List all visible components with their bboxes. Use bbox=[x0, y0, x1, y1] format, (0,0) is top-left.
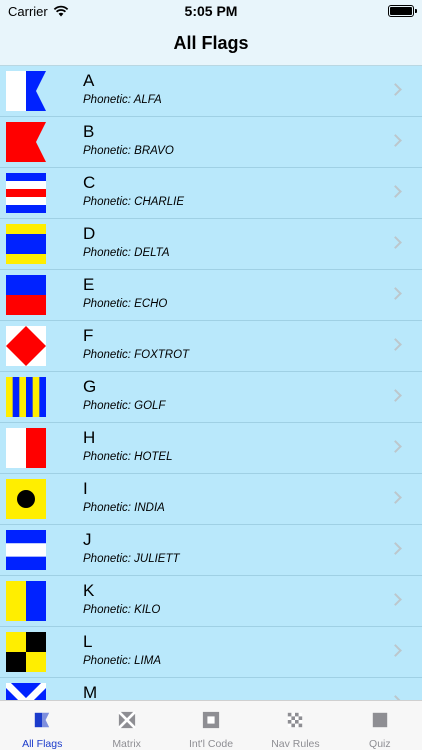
tab-intl-code[interactable]: Int'l Code bbox=[169, 701, 253, 750]
flag-row-foxtrot[interactable]: F Phonetic: FOXTROT bbox=[0, 321, 422, 372]
flag-golf-icon bbox=[6, 377, 46, 417]
flag-row-delta[interactable]: D Phonetic: DELTA bbox=[0, 219, 422, 270]
tab-label: Matrix bbox=[112, 738, 141, 750]
flag-letter: C bbox=[83, 173, 96, 192]
tab-label: All Flags bbox=[22, 738, 63, 750]
chevron-right-icon bbox=[389, 287, 402, 300]
chevron-right-icon bbox=[389, 83, 402, 96]
flag-letter: J bbox=[83, 530, 92, 549]
chevron-right-icon bbox=[389, 134, 402, 147]
flag-letter: A bbox=[83, 71, 95, 90]
flag-letter: I bbox=[83, 479, 88, 498]
flag-row-juliett[interactable]: J Phonetic: JULIETT bbox=[0, 525, 422, 576]
flag-lima-icon bbox=[6, 632, 46, 672]
flag-phonetic: Phonetic: KILO bbox=[83, 604, 161, 616]
flag-row-golf[interactable]: G Phonetic: GOLF bbox=[0, 372, 422, 423]
flag-row-charlie[interactable]: C Phonetic: CHARLIE bbox=[0, 168, 422, 219]
flag-letter: L bbox=[83, 632, 93, 651]
flag-row-india[interactable]: I Phonetic: INDIA bbox=[0, 474, 422, 525]
intl-code-icon bbox=[202, 711, 220, 729]
chevron-right-icon bbox=[389, 440, 402, 453]
tab-quiz[interactable]: Quiz bbox=[338, 701, 422, 750]
chevron-right-icon bbox=[389, 338, 402, 351]
flag-row-lima[interactable]: L Phonetic: LIMA bbox=[0, 627, 422, 678]
flag-charlie-icon bbox=[6, 173, 46, 213]
chevron-right-icon bbox=[389, 236, 402, 249]
flag-row-alfa[interactable]: A Phonetic: ALFA bbox=[0, 66, 422, 117]
wifi-icon bbox=[53, 5, 68, 17]
flag-phonetic: Phonetic: FOXTROT bbox=[83, 349, 190, 361]
flag-phonetic: Phonetic: INDIA bbox=[83, 502, 165, 514]
tab-bar: All Flags Matrix Int'l Code Nav Rules Qu… bbox=[0, 700, 422, 750]
tab-label: Int'l Code bbox=[189, 738, 234, 750]
tab-label: Quiz bbox=[369, 738, 391, 750]
flag-row-hotel[interactable]: H Phonetic: HOTEL bbox=[0, 423, 422, 474]
flag-phonetic: Phonetic: JULIETT bbox=[83, 553, 180, 565]
flag-foxtrot-icon bbox=[6, 326, 46, 366]
tab-matrix[interactable]: Matrix bbox=[84, 701, 168, 750]
carrier-label: Carrier bbox=[8, 3, 48, 19]
battery-icon bbox=[388, 5, 417, 17]
flag-row-mike[interactable]: M bbox=[0, 678, 422, 700]
flag-letter: E bbox=[83, 275, 95, 294]
tab-label: Nav Rules bbox=[271, 738, 320, 750]
flag-mike-icon bbox=[6, 683, 46, 700]
flag-bravo-icon bbox=[6, 122, 46, 162]
page-title: All Flags bbox=[173, 33, 249, 53]
chevron-right-icon bbox=[389, 389, 402, 402]
flag-phonetic: Phonetic: GOLF bbox=[83, 400, 166, 412]
flag-echo-icon bbox=[6, 275, 46, 315]
flag-kilo-icon bbox=[6, 581, 46, 621]
all-flags-icon bbox=[35, 712, 50, 728]
tab-all-flags[interactable]: All Flags bbox=[0, 701, 84, 750]
flag-row-kilo[interactable]: K Phonetic: KILO bbox=[0, 576, 422, 627]
flag-phonetic: Phonetic: CHARLIE bbox=[83, 196, 184, 208]
flag-phonetic: Phonetic: ALFA bbox=[83, 94, 162, 106]
flag-phonetic: Phonetic: BRAVO bbox=[83, 145, 174, 157]
flag-letter: M bbox=[83, 683, 98, 700]
flag-row-bravo[interactable]: B Phonetic: BRAVO bbox=[0, 117, 422, 168]
flag-phonetic: Phonetic: DELTA bbox=[83, 247, 170, 259]
status-left: Carrier bbox=[8, 4, 69, 19]
flag-phonetic: Phonetic: ECHO bbox=[83, 298, 168, 310]
flag-hotel-icon bbox=[6, 428, 46, 468]
flag-letter: F bbox=[83, 326, 94, 345]
quiz-icon bbox=[372, 712, 388, 728]
nav-rules-icon bbox=[288, 712, 303, 728]
chevron-right-icon bbox=[389, 644, 402, 657]
chevron-right-icon bbox=[389, 542, 402, 555]
flag-delta-icon bbox=[6, 224, 46, 264]
flag-letter: B bbox=[83, 122, 95, 141]
tab-nav-rules[interactable]: Nav Rules bbox=[253, 701, 337, 750]
flag-letter: K bbox=[83, 581, 95, 600]
flag-alfa-icon bbox=[6, 71, 46, 111]
flag-phonetic: Phonetic: LIMA bbox=[83, 655, 161, 667]
chevron-right-icon bbox=[389, 491, 402, 504]
flag-row-echo[interactable]: E Phonetic: ECHO bbox=[0, 270, 422, 321]
flag-letter: H bbox=[83, 428, 96, 447]
chevron-right-icon bbox=[389, 593, 402, 606]
navigation-bar: All Flags bbox=[0, 22, 422, 66]
status-bar: Carrier 5:05 PM bbox=[0, 0, 422, 22]
flag-juliett-icon bbox=[6, 530, 46, 570]
flag-letter: G bbox=[83, 377, 97, 396]
flag-letter: D bbox=[83, 224, 96, 243]
matrix-icon bbox=[117, 711, 136, 729]
flag-phonetic: Phonetic: HOTEL bbox=[83, 451, 173, 463]
flags-list[interactable]: A Phonetic: ALFA B Phonetic: BRAVO C Pho… bbox=[0, 66, 422, 700]
flag-india-icon bbox=[6, 479, 46, 519]
chevron-right-icon bbox=[389, 185, 402, 198]
